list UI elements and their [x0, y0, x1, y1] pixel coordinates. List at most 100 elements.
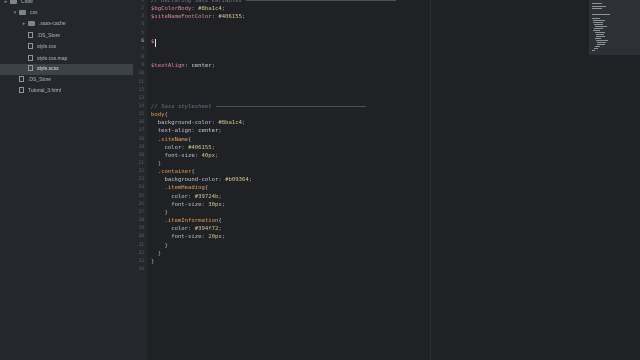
minimap-line: [595, 38, 601, 39]
code-token: .siteName: [151, 136, 189, 143]
minimap-line: [592, 18, 600, 19]
code-line: font-size: 20px;: [151, 233, 225, 241]
code-token: color: [151, 193, 189, 200]
line-number: 23: [138, 177, 144, 183]
code-token: #406155: [188, 144, 212, 151]
minimap-line: [595, 46, 600, 47]
disclosure-triangle-icon[interactable]: ▸: [2, 0, 10, 8]
code-line: color: #39724b;: [151, 193, 222, 201]
code-line: color: #394f72;: [151, 225, 222, 233]
minimap-line: [594, 28, 603, 29]
code-token: {: [188, 136, 192, 143]
code-editor[interactable]: // Declaring Sass Variables $bgColorBody:…: [147, 0, 640, 360]
tree-folder-row[interactable]: ▸ Code: [0, 0, 135, 8]
file-icon: [19, 76, 24, 82]
tree-file-row[interactable]: style.scss: [0, 64, 153, 75]
tree-item-label: .DS_Store: [28, 77, 52, 83]
line-number: 18: [138, 136, 144, 142]
folder-icon: [28, 21, 35, 26]
line-number: 26: [138, 201, 144, 207]
tree-item-label: Tutorial_3.html: [28, 88, 61, 94]
tree-item-label: Code: [21, 0, 33, 5]
minimap-line: [592, 3, 602, 4]
code-token: ;: [218, 193, 222, 200]
tree-file-row[interactable]: Tutorial_3.html: [0, 86, 144, 97]
code-token: {: [164, 112, 168, 119]
file-icon: [28, 65, 33, 71]
code-line: .itemInformation{: [151, 217, 221, 225]
tree-file-row[interactable]: .DS_Store: [0, 31, 153, 42]
code-token: $siteNameFontColor: [151, 14, 212, 21]
tree-file-row[interactable]: .DS_Store: [0, 75, 144, 86]
code-token: ;: [221, 201, 226, 208]
tree-file-row[interactable]: style.css: [0, 42, 153, 53]
code-line: $: [151, 38, 154, 46]
code-token: :: [194, 152, 202, 159]
line-number: 27: [138, 209, 144, 215]
tree-folder-row[interactable]: ▾ css: [0, 8, 144, 19]
tree-folder-row[interactable]: ▸ .sass-cache: [0, 19, 153, 30]
line-number: 12: [138, 87, 144, 93]
code-token: ;: [218, 128, 222, 135]
code-token: color: [151, 226, 189, 233]
minimap-line: [592, 50, 595, 51]
line-number: 2: [141, 6, 144, 12]
line-number: 33: [138, 258, 144, 264]
minimap-line: [596, 34, 604, 35]
wrap-guide: [430, 0, 431, 360]
code-line: background-color: #8ba1c4;: [151, 119, 246, 127]
code-token: 30px: [208, 201, 222, 208]
code-token: $bgColorBody: [151, 6, 192, 13]
code-token: ;: [211, 63, 216, 70]
code-token: :: [188, 226, 195, 233]
minimap-line: [595, 26, 607, 27]
minimap-line: [594, 24, 603, 25]
code-line: body{: [151, 111, 168, 119]
file-tree-panel: ▸ Code ▾ css ▸ .sass-cache .DS_Store style.css s…: [0, 0, 153, 360]
code-token: ;: [241, 120, 246, 127]
tree-item-label: style.scss: [37, 66, 59, 72]
code-token: center: [191, 63, 212, 70]
comment-rule: [215, 105, 366, 107]
file-icon: [28, 32, 33, 38]
code-token: #b09364: [225, 177, 249, 184]
code-line: background-color: #b09364;: [151, 176, 252, 184]
folder-icon: [19, 10, 26, 15]
disclosure-triangle-icon[interactable]: ▸: [20, 19, 28, 30]
code-line: $bgColorBody: #8ba1c4;: [151, 5, 225, 13]
code-token: center: [198, 128, 219, 135]
code-line: }: [151, 160, 161, 168]
line-number: 30: [138, 234, 144, 240]
code-token: ;: [221, 6, 226, 13]
line-number: 34: [138, 266, 144, 272]
code-token: font-size: [151, 201, 202, 208]
disclosure-triangle-icon[interactable]: ▾: [11, 8, 19, 19]
minimap[interactable]: [589, 0, 640, 55]
code-token: 40px: [201, 152, 216, 159]
code-line: .siteName{: [151, 136, 192, 144]
line-number: 13: [138, 95, 144, 101]
code-token: }: [151, 161, 162, 167]
file-icon: [28, 43, 33, 49]
code-token: #8ba1c4: [218, 120, 242, 127]
minimap-line: [597, 42, 606, 43]
code-token: #406155: [218, 14, 242, 21]
line-number: 21: [138, 161, 144, 166]
code-token: #394f72: [194, 226, 219, 233]
tree-item-label: style.css: [37, 44, 57, 50]
line-number: 5: [141, 30, 144, 36]
minimap-line: [596, 40, 608, 41]
code-token: ;: [211, 144, 216, 151]
line-number: 29: [138, 226, 144, 232]
line-number: 19: [138, 144, 144, 150]
code-line: .itemHeading{: [151, 184, 208, 192]
minimap-line: [593, 30, 600, 31]
code-token: $: [151, 38, 155, 45]
line-number: 28: [138, 218, 144, 224]
comment-rule: [245, 0, 396, 1]
folder-icon: [10, 0, 17, 4]
minimap-line: [592, 6, 606, 7]
code-token: }: [151, 258, 155, 265]
line-number: 20: [138, 152, 144, 158]
line-number: 6: [141, 38, 144, 44]
